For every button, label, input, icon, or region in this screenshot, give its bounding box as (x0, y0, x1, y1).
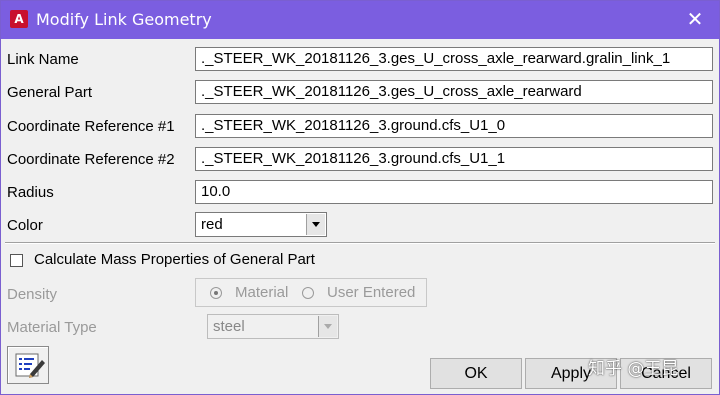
general-part-input[interactable]: ._STEER_WK_20181126_3.ges_U_cross_axle_r… (195, 80, 713, 104)
density-radio-group: Material User Entered (195, 278, 427, 307)
material-type-label: Material Type (7, 319, 97, 336)
density-user-entered-label[interactable]: User Entered (327, 284, 415, 301)
title-bar[interactable]: A Modify Link Geometry ✕ (1, 1, 719, 39)
color-select[interactable]: red (195, 212, 327, 237)
chevron-down-icon[interactable] (318, 316, 337, 337)
window-title: Modify Link Geometry (36, 10, 212, 29)
coordinate-reference-1-input[interactable]: ._STEER_WK_20181126_3.ground.cfs_U1_0 (195, 114, 713, 138)
density-user-entered-radio[interactable] (302, 287, 314, 299)
color-label: Color (7, 217, 43, 234)
chevron-down-icon[interactable] (306, 214, 325, 235)
link-name-label: Link Name (7, 51, 79, 68)
coordinate-reference-1-label: Coordinate Reference #1 (7, 118, 175, 135)
modify-link-geometry-dialog: A Modify Link Geometry ✕ Link Name ._STE… (0, 0, 720, 395)
density-material-label[interactable]: Material (235, 284, 288, 301)
ok-button[interactable]: OK (430, 358, 522, 389)
close-button[interactable]: ✕ (685, 9, 705, 29)
link-name-input[interactable]: ._STEER_WK_20181126_3.ges_U_cross_axle_r… (195, 47, 713, 71)
apply-button[interactable]: Apply (525, 358, 617, 389)
color-select-value: red (201, 216, 223, 233)
density-material-radio[interactable] (210, 287, 222, 299)
section-divider (5, 242, 715, 244)
material-type-select[interactable]: steel (207, 314, 339, 339)
radius-input[interactable]: 10.0 (195, 180, 713, 204)
edit-notes-button[interactable] (7, 346, 49, 384)
coordinate-reference-2-input[interactable]: ._STEER_WK_20181126_3.ground.cfs_U1_1 (195, 147, 713, 171)
general-part-label: General Part (7, 84, 93, 101)
app-logo-icon: A (10, 10, 28, 28)
close-icon: ✕ (686, 7, 704, 31)
material-type-value: steel (213, 318, 245, 335)
calculate-mass-checkbox[interactable] (10, 254, 23, 267)
density-label: Density (7, 286, 58, 303)
edit-list-icon (15, 353, 45, 378)
cancel-button[interactable]: Cancel (620, 358, 712, 389)
calculate-mass-label[interactable]: Calculate Mass Properties of General Par… (34, 251, 315, 268)
radius-label: Radius (7, 184, 54, 201)
coordinate-reference-2-label: Coordinate Reference #2 (7, 151, 175, 168)
